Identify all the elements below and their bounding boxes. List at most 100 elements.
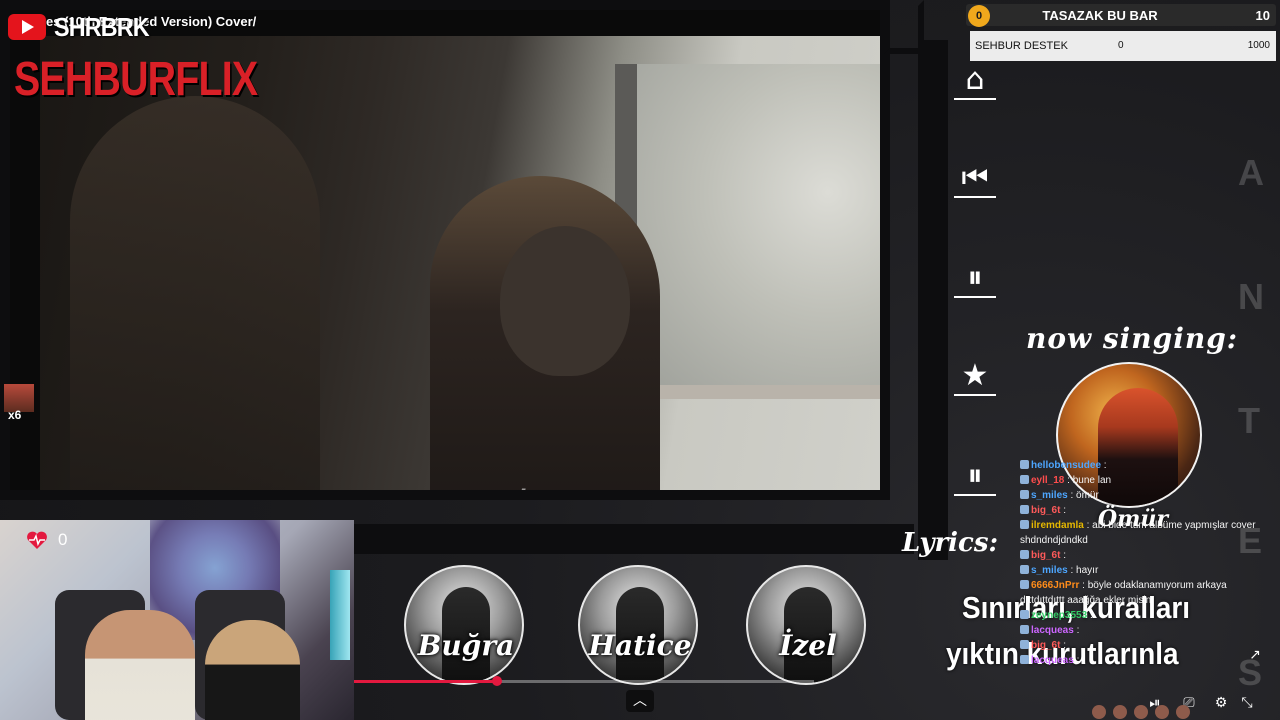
chat-badge-icon <box>1020 475 1029 484</box>
chat-badge-icon <box>1020 550 1029 559</box>
emote-icon <box>1113 705 1128 719</box>
chat-badge-icon <box>1020 490 1029 499</box>
chat-message: s_miles : hayır <box>1020 563 1278 578</box>
singer-bugra[interactable]: Buğra <box>404 565 524 685</box>
webcam-lamp <box>330 570 350 660</box>
chat-message: ilremdamla : abi bide tüm albüme yapmışl… <box>1020 518 1278 533</box>
chat-message: s_miles : ömür <box>1020 488 1278 503</box>
chat-text: : böyle odaklanamıyorum arkaya <box>1082 580 1227 591</box>
emote-icon <box>1176 705 1191 719</box>
lyrics-title: Lyrics: <box>902 528 999 558</box>
home-icon[interactable]: ⌂ <box>954 60 996 100</box>
coin-icon: 0 <box>968 5 990 27</box>
chat-message: lacqueas : <box>1020 653 1278 668</box>
channel-tag: SHRBRK <box>54 12 150 42</box>
chevron-up-icon[interactable]: ︿ <box>626 690 654 712</box>
chat-message: hellobensudee : <box>1020 458 1278 473</box>
emote-icon <box>1092 705 1106 719</box>
chat-text: : hayır <box>1070 565 1099 576</box>
chat-username[interactable]: ilremdamla <box>1031 520 1084 531</box>
chat-message: shdndndjdndkd <box>1020 533 1278 548</box>
chat-message: big_6t : <box>1020 503 1278 518</box>
chat-badge-icon <box>1020 625 1029 634</box>
chat-username[interactable]: lacqueas <box>1031 655 1074 666</box>
progress-handle[interactable] <box>491 676 502 686</box>
chat-text: : <box>1103 460 1107 471</box>
chat-badge-icon <box>1020 655 1029 664</box>
chat-username[interactable]: lacqueas <box>1031 625 1074 636</box>
play-icon <box>22 20 34 34</box>
singer-name: İzel <box>779 629 837 662</box>
heart-rate-icon <box>27 531 47 549</box>
chat-message: big_6t : <box>1020 548 1278 563</box>
progress-bar[interactable] <box>354 676 814 686</box>
chat-badge-icon <box>1020 610 1029 619</box>
previous-track-icon[interactable]: ⏮ <box>954 158 996 198</box>
score-value: 10 <box>1255 8 1270 23</box>
chat-message: dıttdıttdıttt aaağğa ekler misin <box>1020 593 1278 608</box>
chat-badge-icon <box>1020 505 1029 514</box>
side-letter: T <box>1238 400 1260 441</box>
video-figure-face <box>500 226 630 376</box>
chat-panel[interactable]: hellobensudee : eyll_18 : bune lan s_miles… <box>1020 458 1278 668</box>
chat-text: : <box>1089 610 1093 621</box>
goal-current: 0 <box>1118 40 1124 51</box>
now-singing-label: now singing: <box>1026 322 1239 355</box>
chat-username[interactable]: big_6t <box>1031 640 1060 651</box>
singer-hatice[interactable]: Hatice <box>578 565 698 685</box>
webcam-person <box>85 610 195 720</box>
pause-icon[interactable]: ⏸ <box>954 456 996 496</box>
chat-badge-icon <box>1020 580 1029 589</box>
chat-text: : <box>1063 550 1067 561</box>
chat-badge-icon <box>1020 460 1029 469</box>
progress-fill <box>354 680 497 683</box>
emote-count: x6 <box>8 408 22 422</box>
chat-text: : <box>1076 625 1080 636</box>
frame-bar-bottom <box>354 524 914 554</box>
chat-text: : <box>1076 655 1080 666</box>
side-letter: A <box>1238 152 1264 193</box>
collapse-icon[interactable]: ⤡ <box>1236 694 1258 712</box>
heart-rate-value: 0 <box>58 530 68 549</box>
chat-username[interactable]: s_miles <box>1031 490 1068 501</box>
settings-icon[interactable]: ⚙ <box>1210 694 1232 712</box>
frame-bar-right <box>918 40 948 560</box>
chat-text: : abi bide tüm albüme yapmışlar cover <box>1086 520 1256 531</box>
chat-message: eyll_18 : bune lan <box>1020 473 1278 488</box>
frame-corner <box>884 0 924 54</box>
webcam-person <box>205 620 300 720</box>
webcam-feed <box>0 520 354 720</box>
chat-text: : <box>1063 640 1067 651</box>
chat-message: big_6t : <box>1020 638 1278 653</box>
chat-username[interactable]: big_6t <box>1031 550 1060 561</box>
brand-logo: SEHBURFLIX <box>14 53 258 106</box>
share-icon[interactable]: ↗ <box>1244 646 1266 664</box>
video-caption: tes <box>515 480 623 490</box>
chat-text: : <box>1063 505 1067 516</box>
video-figure-left <box>70 96 320 490</box>
chat-badge-icon <box>1020 640 1029 649</box>
goal-label: SEHBUR DESTEK <box>975 40 1068 52</box>
chat-message: zeynep3553 : <box>1020 608 1278 623</box>
chat-badge-icon <box>1020 565 1029 574</box>
side-letter: N <box>1238 276 1264 317</box>
chat-username[interactable]: big_6t <box>1031 505 1060 516</box>
emote-icon <box>1134 705 1149 719</box>
goal-target: 1000 <box>1247 40 1270 51</box>
emote-icon <box>1155 705 1170 719</box>
singer-name: Buğra <box>417 629 515 662</box>
chat-username[interactable]: eyll_18 <box>1031 475 1064 486</box>
chat-text: shdndndjdndkd <box>1020 535 1088 546</box>
chat-text: dıttdıttdıttt aaağğa ekler misin <box>1020 595 1152 606</box>
chat-username[interactable]: hellobensudee <box>1031 460 1101 471</box>
star-icon[interactable]: ★ <box>954 356 996 396</box>
chat-username[interactable]: s_miles <box>1031 565 1068 576</box>
singer-izel[interactable]: İzel <box>746 565 866 685</box>
chat-badge-icon <box>1020 520 1029 529</box>
chat-message: 6666JnPrr : böyle odaklanamıyorum arkaya <box>1020 578 1278 593</box>
chat-username[interactable]: zeynep3553 <box>1031 610 1087 621</box>
chat-text: : bune lan <box>1067 475 1112 486</box>
pause-icon[interactable]: ⏸ <box>954 258 996 298</box>
chat-username[interactable]: 6666JnPrr <box>1031 580 1079 591</box>
singer-name: Hatice <box>588 629 692 662</box>
